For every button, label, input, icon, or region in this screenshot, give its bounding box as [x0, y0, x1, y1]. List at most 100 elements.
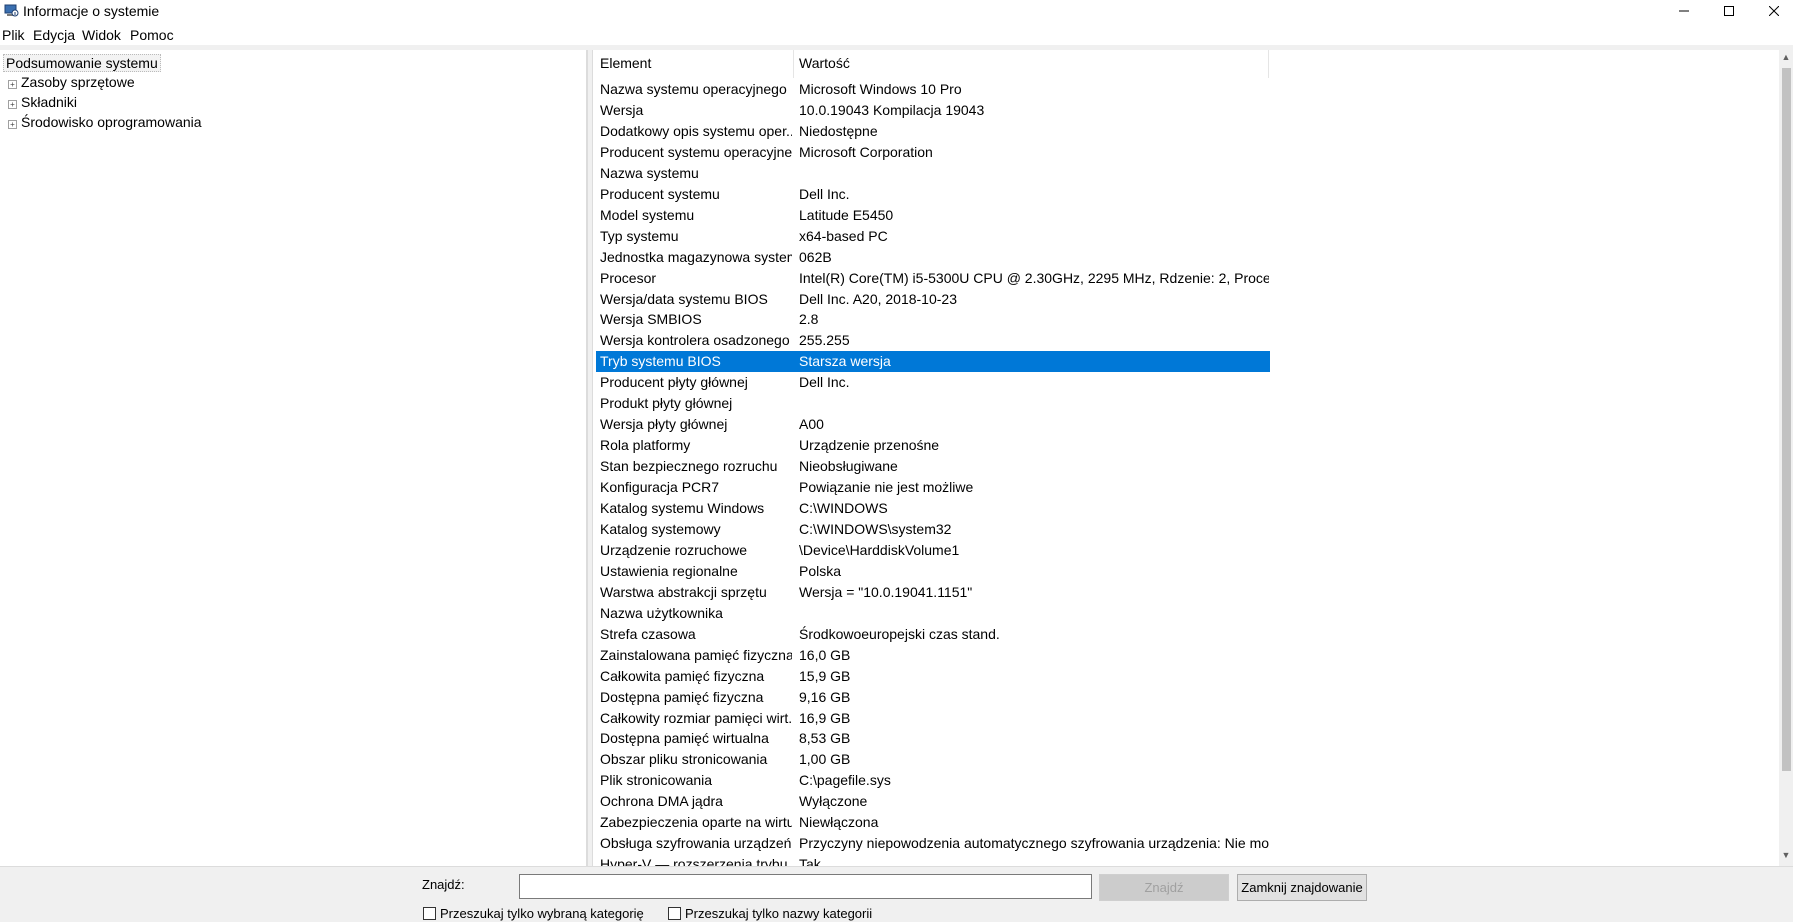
- table-row[interactable]: Procesor Intel(R) Core(TM) i5-5300U CPU @…: [596, 268, 1270, 289]
- cell-element: Obszar pliku stronicowania: [600, 751, 768, 768]
- close-find-button[interactable]: Zamknij znajdowanie: [1237, 874, 1367, 901]
- cell-value: Wersja = "10.0.19041.1151": [799, 583, 973, 600]
- table-row[interactable]: Plik stronicowania C:\pagefile.sys: [596, 770, 1270, 791]
- table-row[interactable]: Nazwa systemu operacyjnego Microsoft Wind…: [596, 79, 1270, 100]
- cell-value: 255.255: [799, 332, 850, 349]
- menu-pomoc[interactable]: Pomoc: [130, 27, 174, 43]
- cell-value: Powiązanie nie jest możliwe: [799, 479, 974, 496]
- search-category-names-checkbox[interactable]: Przeszukaj tylko nazwy kategorii: [668, 906, 872, 921]
- column-header-value[interactable]: Wartość: [799, 55, 850, 75]
- table-row[interactable]: Stan bezpiecznego rozruchu Nieobsługiwane: [596, 456, 1270, 477]
- scroll-up-icon[interactable]: ▲: [1781, 52, 1791, 64]
- table-row[interactable]: Katalog systemowy C:\WINDOWS\system32: [596, 519, 1270, 540]
- table-row[interactable]: Hyper-V — rozszerzenia trybu ... Tak: [596, 854, 1270, 866]
- cell-element: Całkowita pamięć fizyczna: [600, 667, 765, 684]
- table-row[interactable]: Produkt płyty głównej: [596, 393, 1270, 414]
- cell-element: Wersja SMBIOS: [600, 311, 702, 328]
- table-row[interactable]: Nazwa użytkownika: [596, 603, 1270, 624]
- table-row[interactable]: Model systemu Latitude E5450: [596, 205, 1270, 226]
- expand-icon[interactable]: +: [8, 120, 17, 129]
- cell-element: Stan bezpiecznego rozruchu: [600, 458, 778, 475]
- cell-value: 9,16 GB: [799, 688, 851, 705]
- cell-value: Środkowoeuropejski czas stand.: [799, 625, 1000, 642]
- cell-element: Plik stronicowania: [600, 772, 713, 789]
- list-header: Element Wartość: [593, 50, 1773, 78]
- title-bar: Informacje o systemie: [0, 0, 1793, 22]
- cell-element: Producent płyty głównej: [600, 374, 748, 391]
- cell-element: Nazwa użytkownika: [600, 604, 723, 621]
- category-tree[interactable]: Podsumowanie systemu + Zasoby sprzętowe +…: [0, 50, 587, 866]
- checkbox-box[interactable]: [668, 907, 681, 920]
- maximize-button[interactable]: [1706, 0, 1752, 22]
- cell-value: 1,00 GB: [799, 751, 851, 768]
- table-row[interactable]: Wersja płyty głównej A00: [596, 414, 1270, 435]
- table-row[interactable]: Producent systemu operacyjne... Microsoft…: [596, 142, 1270, 163]
- cell-element: Zainstalowana pamięć fizyczna ...: [600, 646, 792, 663]
- cell-element: Hyper-V — rozszerzenia trybu ...: [600, 856, 792, 866]
- vertical-scrollbar[interactable]: ▲ ▼: [1779, 50, 1793, 866]
- table-row[interactable]: Dodatkowy opis systemu oper... Niedostępn…: [596, 121, 1270, 142]
- table-row[interactable]: Obszar pliku stronicowania 1,00 GB: [596, 749, 1270, 770]
- menu-plik[interactable]: Plik: [2, 27, 25, 43]
- table-row[interactable]: Dostępna pamięć fizyczna 9,16 GB: [596, 687, 1270, 708]
- column-header-element[interactable]: Element: [600, 55, 651, 75]
- table-row[interactable]: Zainstalowana pamięć fizyczna ... 16,0 GB: [596, 645, 1270, 666]
- table-row[interactable]: Producent systemu Dell Inc.: [596, 184, 1270, 205]
- table-row[interactable]: Jednostka magazynowa systemu 062B: [596, 247, 1270, 268]
- cell-element: Procesor: [600, 269, 657, 286]
- table-row[interactable]: Wersja kontrolera osadzonego 255.255: [596, 330, 1270, 351]
- details-list[interactable]: Element Wartość Nazwa systemu operacyjne…: [593, 50, 1779, 866]
- tree-item-components[interactable]: + Składniki: [8, 94, 77, 110]
- table-row[interactable]: Ochrona DMA jądra Wyłączone: [596, 791, 1270, 812]
- search-selected-category-checkbox[interactable]: Przeszukaj tylko wybraną kategorię: [423, 906, 644, 921]
- table-row[interactable]: Całkowita pamięć fizyczna 15,9 GB: [596, 666, 1270, 687]
- table-row[interactable]: Konfiguracja PCR7 Powiązanie nie jest moż…: [596, 477, 1270, 498]
- tree-item-label: Środowisko oprogramowania: [21, 114, 202, 130]
- table-row[interactable]: Typ systemu x64-based PC: [596, 226, 1270, 247]
- expand-icon[interactable]: +: [8, 100, 17, 109]
- cell-element: Obsługa szyfrowania urządzeń: [600, 835, 792, 852]
- table-row[interactable]: Obsługa szyfrowania urządzeń Przyczyny ni…: [596, 833, 1270, 854]
- table-row[interactable]: Całkowity rozmiar pamięci wirt... 16,9 GB: [596, 708, 1270, 729]
- close-button[interactable]: [1751, 0, 1793, 22]
- cell-value: A00: [799, 416, 824, 433]
- table-row[interactable]: Zabezpieczenia oparte na wirtu... Niewłąc…: [596, 812, 1270, 833]
- cell-value: Urządzenie przenośne: [799, 437, 940, 454]
- scroll-down-icon[interactable]: ▼: [1781, 850, 1791, 862]
- table-row[interactable]: Katalog systemu Windows C:\WINDOWS: [596, 498, 1270, 519]
- table-row[interactable]: Tryb systemu BIOS Starsza wersja: [596, 351, 1270, 373]
- cell-element: Dostępna pamięć fizyczna: [600, 688, 764, 705]
- cell-value: Microsoft Windows 10 Pro: [799, 81, 962, 97]
- table-row[interactable]: Strefa czasowa Środkowoeuropejski czas st…: [596, 624, 1270, 645]
- cell-element: Model systemu: [600, 206, 695, 223]
- cell-value: Latitude E5450: [799, 206, 894, 223]
- checkbox-box[interactable]: [423, 907, 436, 920]
- table-row[interactable]: Nazwa systemu: [596, 163, 1270, 184]
- table-row[interactable]: Urządzenie rozruchowe \Device\HarddiskVol…: [596, 540, 1270, 561]
- table-row[interactable]: Wersja 10.0.19043 Kompilacja 19043: [596, 100, 1270, 121]
- table-row[interactable]: Producent płyty głównej Dell Inc.: [596, 372, 1270, 393]
- table-row[interactable]: Dostępna pamięć wirtualna 8,53 GB: [596, 728, 1270, 749]
- scroll-thumb[interactable]: [1782, 68, 1791, 771]
- table-row[interactable]: Wersja/data systemu BIOS Dell Inc. A20, 2…: [596, 289, 1270, 310]
- menu-widok[interactable]: Widok: [82, 27, 121, 43]
- cell-value: 16,9 GB: [799, 709, 851, 726]
- table-row[interactable]: Warstwa abstrakcji sprzętu Wersja = "10.0…: [596, 582, 1270, 603]
- cell-value: Intel(R) Core(TM) i5-5300U CPU @ 2.30GHz…: [799, 269, 1269, 286]
- table-row[interactable]: Ustawienia regionalne Polska: [596, 561, 1270, 582]
- cell-element: Wersja: [600, 101, 644, 118]
- tree-item-software-environment[interactable]: + Środowisko oprogramowania: [8, 114, 202, 130]
- tree-item-system-summary[interactable]: Podsumowanie systemu: [3, 54, 161, 72]
- menu-edycja[interactable]: Edycja: [33, 27, 75, 43]
- table-row[interactable]: Wersja SMBIOS 2.8: [596, 309, 1270, 330]
- table-row[interactable]: Rola platformy Urządzenie przenośne: [596, 435, 1270, 456]
- find-button[interactable]: Znajdź: [1099, 874, 1229, 901]
- minimize-button[interactable]: [1661, 0, 1707, 22]
- find-input[interactable]: [519, 874, 1092, 899]
- tree-item-hardware-resources[interactable]: + Zasoby sprzętowe: [8, 74, 135, 90]
- column-divider[interactable]: [1268, 50, 1269, 78]
- cell-element: Wersja/data systemu BIOS: [600, 290, 768, 307]
- expand-icon[interactable]: +: [8, 80, 17, 89]
- cell-value: 15,9 GB: [799, 667, 851, 684]
- column-divider[interactable]: [793, 50, 794, 78]
